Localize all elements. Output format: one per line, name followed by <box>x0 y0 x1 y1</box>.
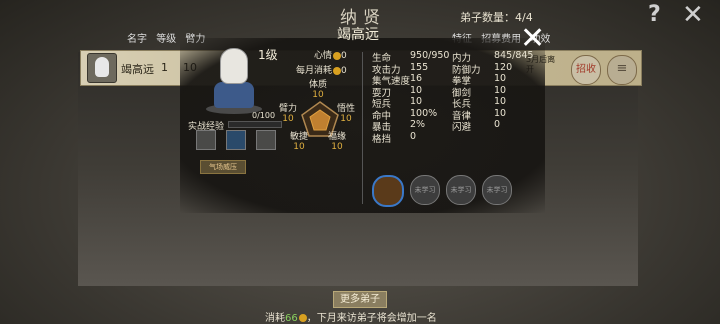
monthly-cost: 每月消耗 0 <box>296 63 347 76</box>
value-2: 10 <box>494 73 507 84</box>
value-5: 10 <box>494 107 507 119</box>
row-level: 1 <box>161 61 168 74</box>
label-6: 暴击 <box>372 122 392 133</box>
skill-slot-2[interactable]: 未学习 <box>410 175 440 205</box>
row-name: 竭高远 <box>121 63 154 76</box>
stats-right-labels: 内力 防御力 拳掌 御剑 长兵 音律 闪避 <box>452 50 481 133</box>
label-7: 格挡 <box>372 133 392 145</box>
value-4: 10 <box>410 96 423 107</box>
value-0: 845/845 <box>494 50 534 61</box>
value-3: 10 <box>494 84 507 96</box>
skill-slot-1[interactable] <box>372 175 404 207</box>
label-5: 音律 <box>452 110 472 122</box>
equipment-slot-weapon[interactable] <box>196 130 216 150</box>
stats-right-values: 845/845 120 10 10 10 10 0 <box>494 50 533 131</box>
label-1: 攻击力 <box>372 64 401 76</box>
avatar <box>87 53 117 83</box>
label-3: 御剑 <box>452 87 472 99</box>
value-4: 10 <box>494 96 507 107</box>
label-0: 内力 <box>452 53 472 64</box>
skill-slot-3[interactable]: 未学习 <box>446 175 476 205</box>
level-label: 1级 <box>258 48 278 62</box>
label-4: 短兵 <box>372 99 392 110</box>
attr-minjie: 敏捷 10 <box>289 132 308 152</box>
attr-tizhi: 体质 10 <box>308 80 327 100</box>
attr-wuxing: 悟性 10 <box>336 104 355 124</box>
col-name: 名字 <box>127 34 147 45</box>
mood-text: 心情 <box>314 51 333 61</box>
divider <box>362 52 363 204</box>
value-6: 0 <box>494 119 501 130</box>
popup-name: 竭高远 <box>337 27 379 43</box>
coin-icon <box>298 314 307 322</box>
coin-icon <box>333 66 342 75</box>
label-4: 长兵 <box>452 99 472 110</box>
exp-progress-bar <box>228 121 282 128</box>
label-1: 防御力 <box>452 64 481 76</box>
attr-fuyuan: 福缘 10 <box>327 132 346 152</box>
value-5: 100% <box>410 107 438 119</box>
skill-slot-4[interactable]: 未学习 <box>482 175 512 205</box>
more-disciples-button[interactable]: 更多弟子 <box>333 291 387 308</box>
value-3: 10 <box>410 84 423 96</box>
mood-value: 0 <box>341 51 347 61</box>
value-1: 155 <box>410 61 429 73</box>
cost-text: 每月消耗 <box>296 66 333 76</box>
cost-value: 0 <box>341 66 347 76</box>
equipment-slot-armor[interactable] <box>226 130 246 150</box>
label-0: 生命 <box>372 53 392 64</box>
stats-left-labels: 生命 攻击力 集气速度 耍刀 短兵 命中 暴击 格挡 <box>372 50 411 145</box>
footer-note: 消耗66 ，下月来访弟子将会增加一名 <box>265 313 437 324</box>
character-portrait <box>206 46 266 116</box>
recruit-button[interactable]: 招收 <box>571 55 601 85</box>
exp-value: 0/100 <box>252 111 276 120</box>
help-icon[interactable]: ? <box>648 2 661 27</box>
menu-icon[interactable]: ≡ <box>607 55 637 85</box>
value-6: 2% <box>410 119 426 130</box>
col-level: 等级 <box>156 34 177 45</box>
mood-label: 心情 0 <box>314 48 347 61</box>
cost-amount: 66 <box>285 313 298 324</box>
label-6: 闪避 <box>452 122 472 133</box>
value-1: 120 <box>494 61 513 73</box>
close-icon[interactable]: ✕ <box>682 0 704 30</box>
stats-left-values: 950/950 155 16 10 10 100% 2% 0 <box>410 50 449 142</box>
heart-icon <box>333 51 342 60</box>
value-7: 0 <box>410 130 417 142</box>
value-2: 16 <box>410 73 423 84</box>
skill-tag[interactable]: 气场威压 <box>200 160 246 174</box>
label-5: 命中 <box>372 110 392 122</box>
equipment-slot-accessory[interactable] <box>256 130 276 150</box>
value-0: 950/950 <box>410 50 450 61</box>
label-2: 集气速度 <box>372 76 411 87</box>
